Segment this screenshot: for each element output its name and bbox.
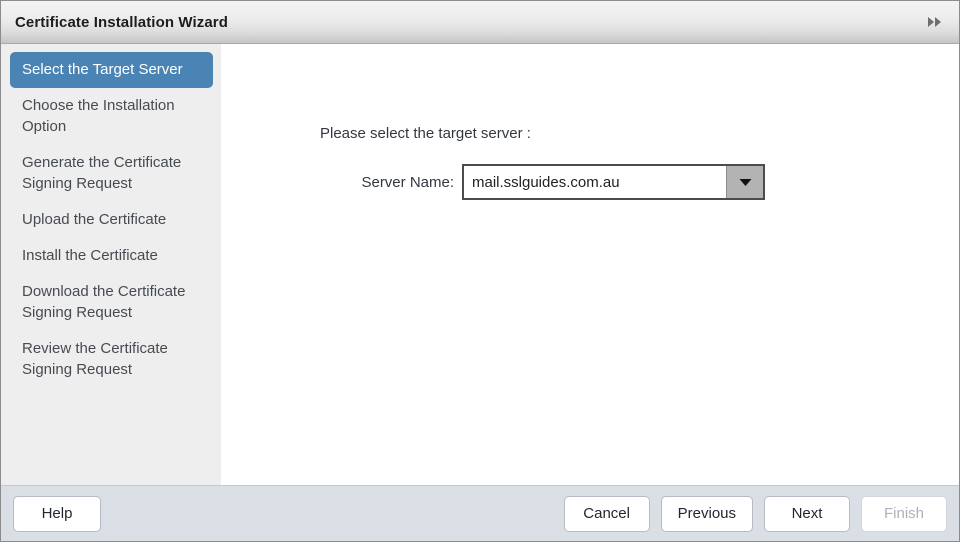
- sidebar-item-label: Review the Certificate Signing Request: [22, 340, 168, 378]
- sidebar-item-download-csr[interactable]: Download the Certificate Signing Request: [10, 274, 213, 331]
- server-name-selected-value: mail.sslguides.com.au: [464, 166, 726, 198]
- double-chevron-right-icon[interactable]: [925, 12, 945, 32]
- triangle-down-icon[interactable]: [726, 166, 763, 198]
- sidebar-item-review-csr[interactable]: Review the Certificate Signing Request: [10, 331, 213, 388]
- cancel-button[interactable]: Cancel: [563, 495, 650, 532]
- sidebar-item-install-certificate[interactable]: Install the Certificate: [10, 238, 213, 274]
- window-title: Certificate Installation Wizard: [15, 13, 229, 31]
- sidebar-item-label: Select the Target Server: [22, 61, 183, 78]
- wizard-footer: Help Cancel Previous Next Finish: [1, 485, 959, 541]
- wizard-body: Select the Target Server Choose the Inst…: [1, 44, 959, 485]
- certificate-installation-wizard-window: Certificate Installation Wizard Select t…: [0, 0, 960, 542]
- server-name-select[interactable]: mail.sslguides.com.au: [462, 164, 765, 200]
- wizard-content-panel: Please select the target server : Server…: [221, 44, 959, 485]
- window-titlebar: Certificate Installation Wizard: [1, 1, 959, 44]
- help-button[interactable]: Help: [13, 495, 101, 532]
- sidebar-item-label: Download the Certificate Signing Request: [22, 283, 186, 321]
- sidebar-item-label: Choose the Installation Option: [22, 97, 175, 135]
- sidebar-item-label: Upload the Certificate: [22, 211, 167, 228]
- sidebar-item-upload-certificate[interactable]: Upload the Certificate: [10, 202, 213, 238]
- footer-left-actions: Help: [13, 495, 101, 532]
- prompt-text: Please select the target server :: [320, 125, 531, 142]
- server-name-label: Server Name:: [361, 173, 454, 191]
- footer-right-actions: Cancel Previous Next Finish: [563, 495, 947, 532]
- previous-button[interactable]: Previous: [660, 495, 753, 532]
- finish-button: Finish: [861, 495, 947, 532]
- server-name-field-row: Server Name: mail.sslguides.com.au: [221, 164, 765, 200]
- sidebar-item-generate-csr[interactable]: Generate the Certificate Signing Request: [10, 145, 213, 202]
- sidebar-item-label: Generate the Certificate Signing Request: [22, 154, 182, 192]
- wizard-step-sidebar: Select the Target Server Choose the Inst…: [1, 44, 221, 485]
- sidebar-item-label: Install the Certificate: [22, 247, 158, 264]
- sidebar-item-select-target-server[interactable]: Select the Target Server: [10, 52, 213, 88]
- sidebar-item-choose-installation-option[interactable]: Choose the Installation Option: [10, 88, 213, 145]
- next-button[interactable]: Next: [764, 495, 850, 532]
